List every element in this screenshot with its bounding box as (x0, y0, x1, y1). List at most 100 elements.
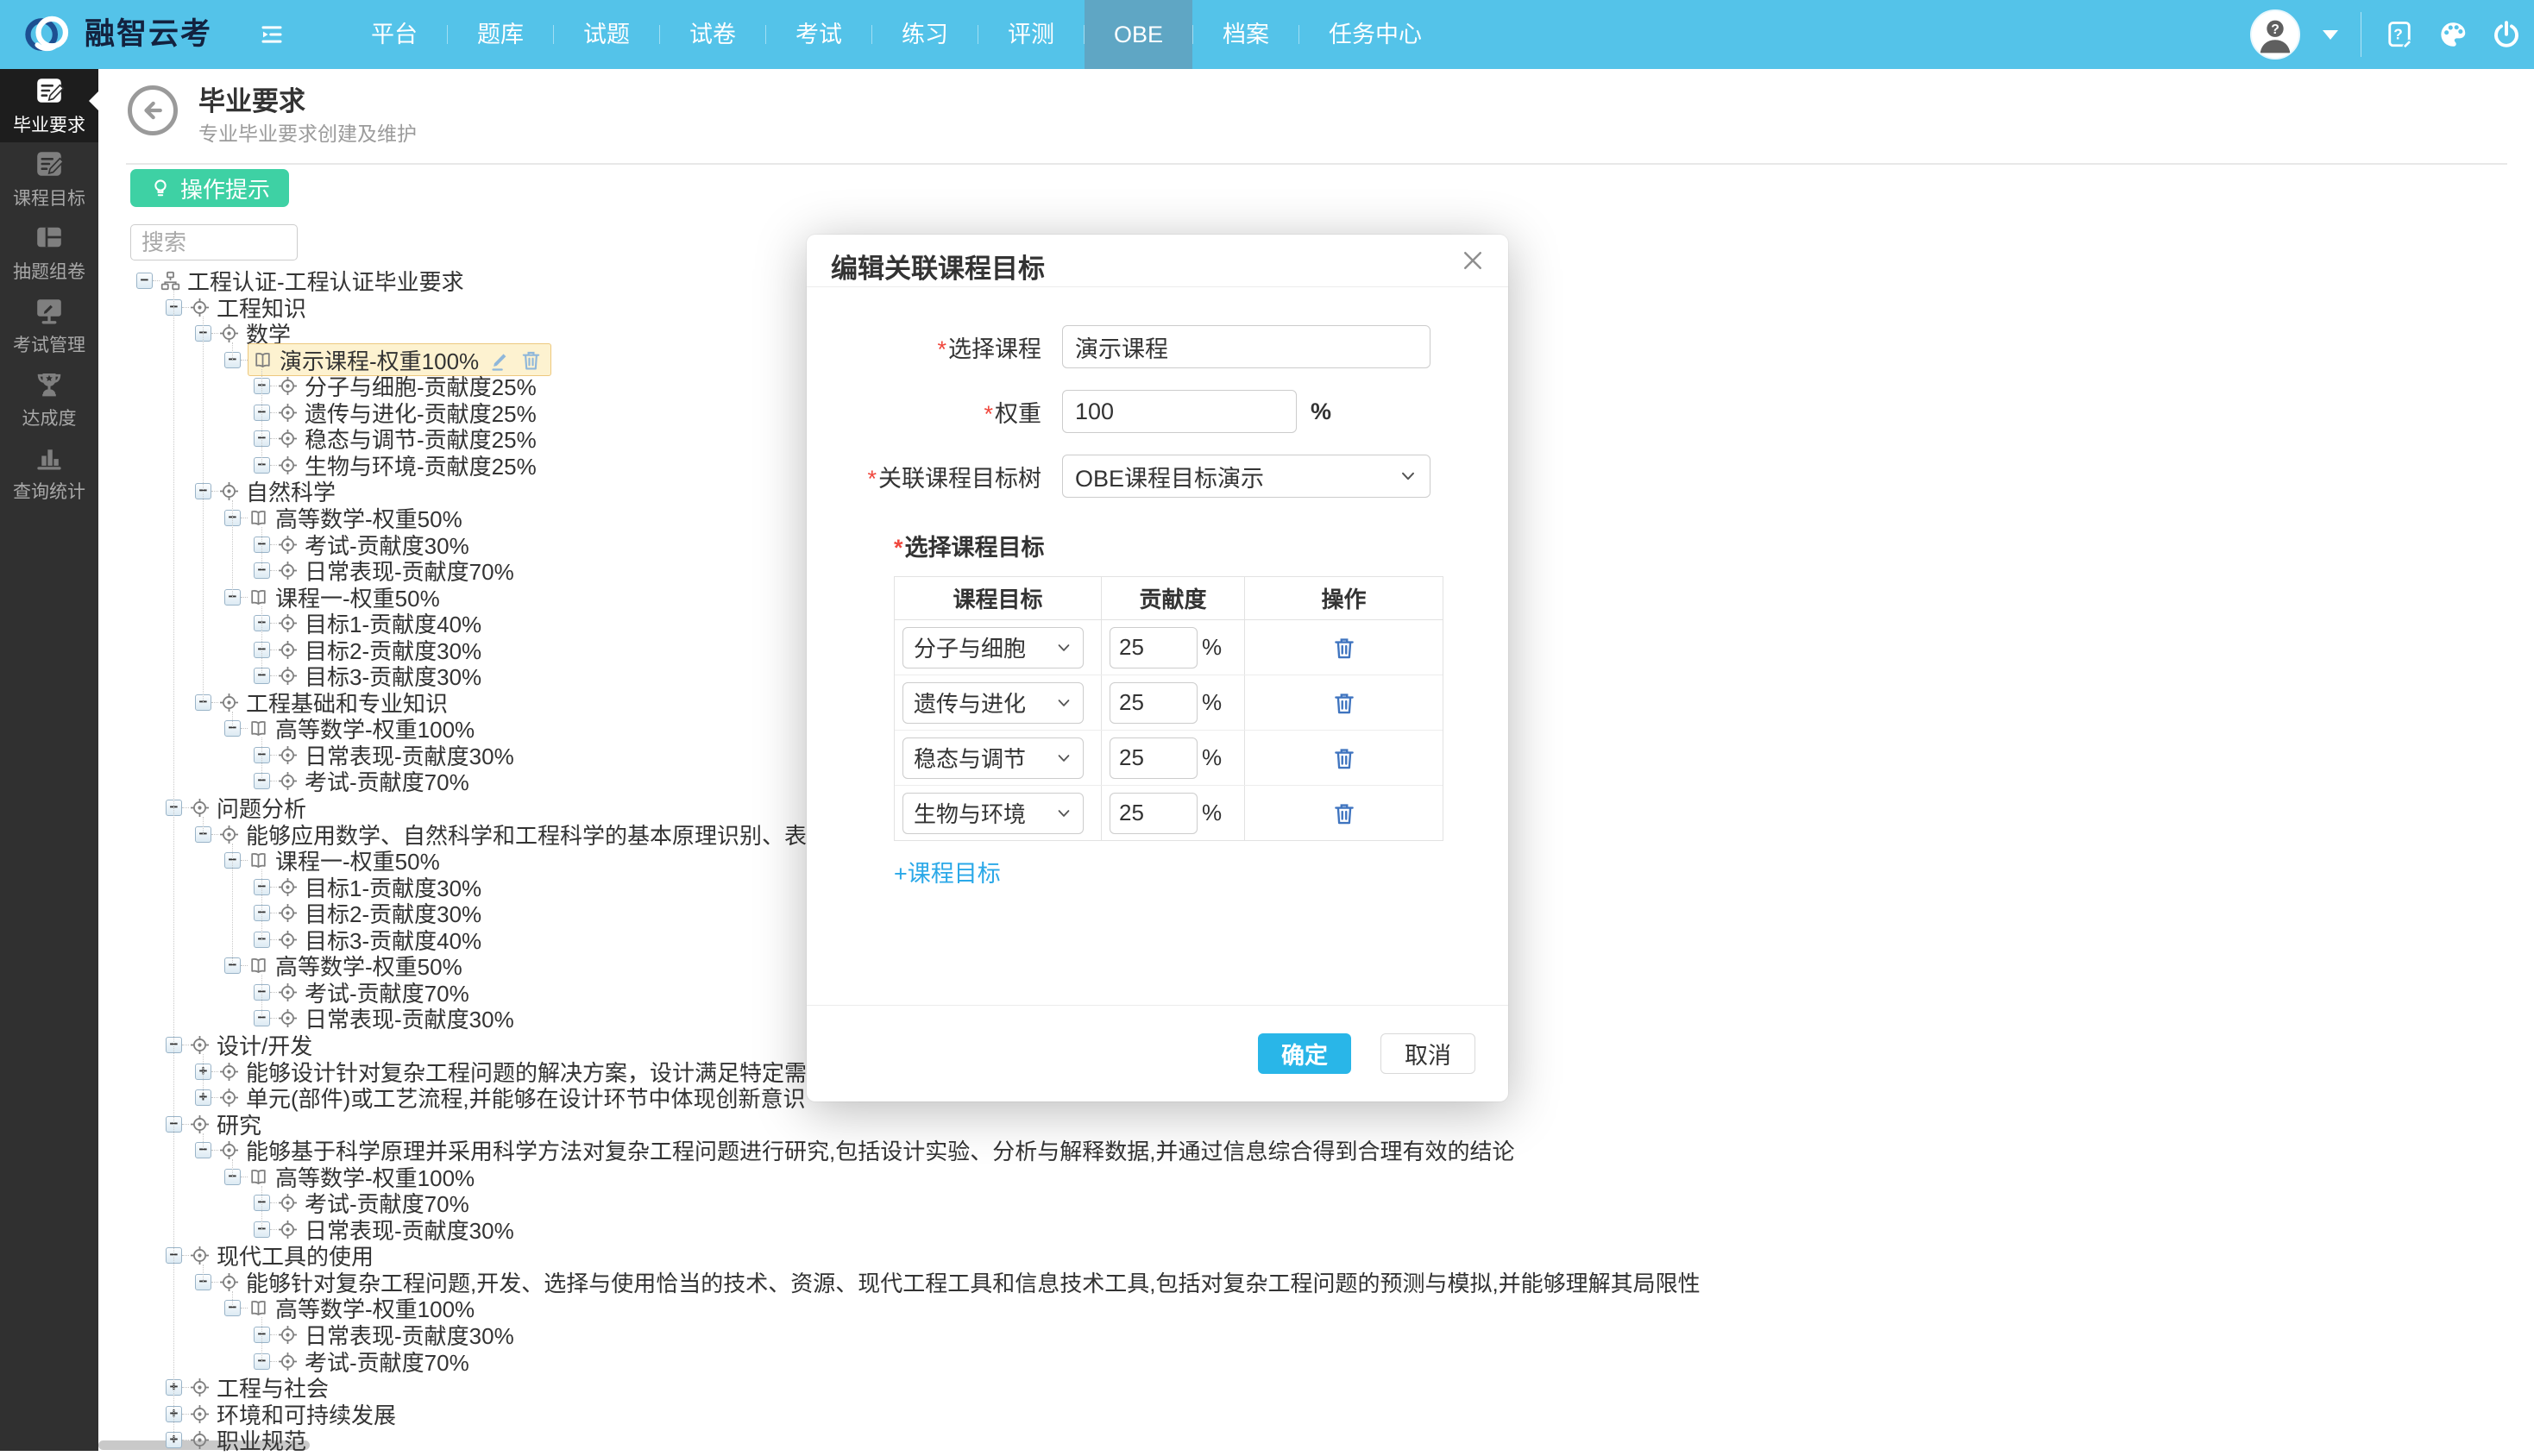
tree-node[interactable]: 职业规范 (189, 1427, 306, 1453)
trash-icon[interactable] (1331, 800, 1357, 826)
tree-node[interactable]: 遗传与进化-贡献度25% (277, 399, 537, 426)
nav-item-OBE[interactable]: OBE (1085, 0, 1192, 69)
tree-node[interactable]: 目标1-贡献度40% (277, 610, 481, 637)
avatar[interactable]: ? (2250, 9, 2300, 60)
tree-node[interactable]: 日常表现-贡献度30% (277, 1216, 514, 1243)
tree-guide-stub (182, 1255, 189, 1256)
tree-row: −日常表现-贡献度70% (254, 557, 514, 584)
tree-node[interactable]: 工程认证-工程认证毕业要求 (160, 267, 464, 294)
tree-node[interactable]: 工程与社会 (189, 1374, 329, 1401)
sidebar-item-毕业要求[interactable]: 毕业要求 (0, 69, 98, 142)
help-icon[interactable]: ? (2384, 19, 2415, 50)
tree-node[interactable]: 目标3-贡献度40% (277, 926, 481, 953)
trash-icon[interactable] (519, 348, 543, 372)
tree-node[interactable]: 目标1-贡献度30% (277, 874, 481, 901)
tree-node[interactable]: 研究 (189, 1111, 261, 1138)
tree-node[interactable]: 考试-贡献度70% (277, 1189, 469, 1216)
tree-node[interactable]: 考试-贡献度70% (277, 768, 469, 794)
tree-node[interactable]: 课程一-权重50% (248, 584, 440, 611)
collapse-menu-icon[interactable] (259, 22, 285, 47)
nav-item-练习[interactable]: 练习 (872, 0, 978, 69)
sidebar-item-抽题组卷[interactable]: 抽题组卷 (0, 216, 98, 289)
tree-guide-stub (211, 333, 218, 334)
goal-select[interactable]: 遗传与进化 (902, 682, 1084, 724)
tree-node[interactable]: 目标3-贡献度30% (277, 662, 481, 689)
tree-node[interactable]: 工程知识 (189, 294, 306, 321)
tree-node[interactable]: 工程基础和专业知识 (218, 689, 448, 716)
goal-select[interactable]: 分子与细胞 (902, 627, 1084, 668)
tree-node[interactable]: 课程一-权重50% (248, 847, 440, 874)
tree-node[interactable]: 目标2-贡献度30% (277, 637, 481, 663)
tree-node[interactable]: 能够基于科学原理并采用科学方法对复杂工程问题进行研究,包括设计实验、分析与解释数… (218, 1137, 1514, 1164)
confirm-button[interactable]: 确定 (1258, 1033, 1351, 1074)
sidebar-item-label: 考试管理 (13, 331, 85, 357)
nav-item-试题[interactable]: 试题 (554, 0, 659, 69)
sidebar-item-查询统计[interactable]: 查询统计 (0, 436, 98, 509)
nav-item-平台[interactable]: 平台 (342, 0, 447, 69)
tree-node[interactable]: 考试-贡献度70% (277, 1348, 469, 1375)
contribution-cell: % (1102, 675, 1245, 730)
tree-node[interactable]: 能够设计针对复杂工程问题的解决方案，设计满足特定需求的系统 (218, 1058, 896, 1085)
tree-node[interactable]: 现代工具的使用 (189, 1242, 374, 1269)
tree-node[interactable]: 高等数学-权重50% (248, 505, 462, 531)
goals-section-label: *选择课程目标 (894, 529, 1508, 562)
tree-row: −课程一-权重50% (224, 847, 440, 874)
nav-item-档案[interactable]: 档案 (1193, 0, 1298, 69)
tree-row: −工程知识 (166, 294, 306, 321)
nav-item-考试[interactable]: 考试 (766, 0, 871, 69)
power-icon[interactable] (2491, 19, 2522, 50)
tree-node[interactable]: 考试-贡献度30% (277, 531, 469, 558)
trash-icon[interactable] (1331, 635, 1357, 661)
tree-node[interactable]: 稳态与调节-贡献度25% (277, 425, 537, 452)
weight-input[interactable] (1062, 390, 1297, 433)
goal-select[interactable]: 生物与环境 (902, 793, 1084, 834)
tree-node[interactable]: 设计/开发 (189, 1032, 312, 1058)
nav-item-评测[interactable]: 评测 (978, 0, 1084, 69)
course-input[interactable] (1062, 325, 1430, 368)
tree-node[interactable]: 日常表现-贡献度30% (277, 1005, 514, 1032)
tree-node[interactable]: 分子与细胞-贡献度25% (277, 373, 537, 399)
tree-node[interactable]: 考试-贡献度70% (277, 979, 469, 1006)
collapse-node-icon[interactable]: − (136, 273, 153, 289)
target-icon (218, 692, 240, 713)
tree-node[interactable]: 日常表现-贡献度30% (277, 742, 514, 769)
nav-item-任务中心[interactable]: 任务中心 (1299, 0, 1451, 69)
tree-node[interactable]: 高等数学-权重50% (248, 952, 462, 979)
contribution-input[interactable] (1110, 627, 1198, 668)
tree-node[interactable]: 日常表现-贡献度70% (277, 557, 514, 584)
tree-node-label: 生物与环境-贡献度25% (305, 449, 537, 481)
edit-icon[interactable] (487, 348, 511, 372)
tree-node[interactable]: 日常表现-贡献度30% (277, 1321, 514, 1348)
goal-select[interactable]: 稳态与调节 (902, 737, 1084, 779)
contribution-input[interactable] (1110, 737, 1198, 779)
tree-node[interactable]: 高等数学-权重100% (248, 715, 475, 742)
close-icon[interactable] (1460, 248, 1486, 273)
goal-table-row: 生物与环境% (895, 786, 1443, 840)
goal-tree-select-value: OBE课程目标演示 (1075, 460, 1264, 493)
sidebar-item-课程目标[interactable]: 课程目标 (0, 142, 98, 216)
tree-node[interactable]: 高等数学-权重100% (248, 1164, 475, 1190)
tree-node[interactable]: 能够针对复杂工程问题,开发、选择与使用恰当的技术、资源、现代工程工具和信息技术工… (218, 1269, 1701, 1296)
nav-item-试卷[interactable]: 试卷 (660, 0, 765, 69)
add-goal-link[interactable]: +课程目标 (894, 855, 1001, 888)
trash-icon[interactable] (1331, 690, 1357, 716)
palette-icon[interactable] (2437, 19, 2468, 50)
sidebar-item-考试管理[interactable]: 考试管理 (0, 289, 98, 362)
contribution-input[interactable] (1110, 682, 1198, 724)
tree-node[interactable]: 单元(部件)或工艺流程,并能够在设计环节中体现创新意识 (218, 1084, 806, 1111)
trash-icon[interactable] (1331, 745, 1357, 771)
tree-node[interactable]: 自然科学 (218, 478, 336, 505)
nav-item-题库[interactable]: 题库 (448, 0, 553, 69)
tree-node[interactable]: 问题分析 (189, 794, 306, 821)
tree-node[interactable]: 目标2-贡献度30% (277, 900, 481, 926)
tree-guide-stub (270, 1334, 277, 1335)
contribution-input[interactable] (1110, 793, 1198, 834)
cancel-button[interactable]: 取消 (1380, 1033, 1475, 1074)
chevron-down-icon[interactable] (2323, 30, 2338, 40)
tree-node[interactable]: 高等数学-权重100% (248, 1295, 475, 1321)
tree-node-label: 单元(部件)或工艺流程,并能够在设计环节中体现创新意识 (246, 1082, 806, 1114)
goal-tree-select[interactable]: OBE课程目标演示 (1062, 455, 1430, 498)
tree-node[interactable]: 生物与环境-贡献度25% (277, 452, 537, 479)
tree-node[interactable]: 环境和可持续发展 (189, 1401, 396, 1428)
sidebar-item-达成度[interactable]: 达成度 (0, 362, 98, 436)
